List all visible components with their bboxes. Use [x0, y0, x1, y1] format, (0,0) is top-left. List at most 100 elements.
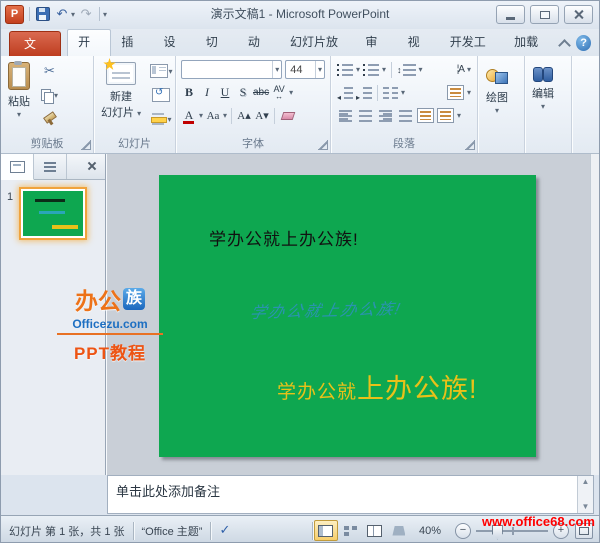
theme-name[interactable]: “Office 主题”	[134, 523, 211, 539]
normal-view-button[interactable]	[313, 520, 338, 541]
minimize-button[interactable]	[496, 5, 525, 24]
font-color-dropdown-icon[interactable]: ▾	[199, 111, 203, 120]
align-center-button[interactable]	[357, 106, 374, 125]
bullets-icon[interactable]	[337, 63, 353, 76]
reset-slide-button[interactable]	[150, 85, 173, 105]
align-text-button[interactable]	[446, 85, 464, 100]
notes-scrollbar[interactable]: ▲ ▼	[577, 476, 593, 513]
slide-sorter-view-button[interactable]	[340, 521, 362, 540]
font-dialog-launcher[interactable]	[318, 140, 328, 150]
section-button[interactable]: ▾	[150, 109, 173, 129]
align-right-button[interactable]	[377, 106, 394, 125]
slide-text-yellow[interactable]: 学办公就上办公族!	[277, 367, 478, 406]
tab-insert[interactable]: 插入	[111, 30, 153, 74]
watermark-domain: Officezu.com	[72, 317, 148, 331]
copy-button[interactable]: ▾	[38, 85, 60, 105]
font-combo-row: ▾ 44 ▾	[179, 59, 327, 80]
distribute-button[interactable]	[417, 106, 434, 125]
zoom-level[interactable]: 40%	[411, 525, 449, 537]
slide-layout-button[interactable]: ▾	[149, 61, 173, 81]
cut-button[interactable]: ✂	[38, 61, 60, 81]
line-spacing-dropdown-icon[interactable]: ▾	[419, 65, 423, 74]
increase-indent-button[interactable]	[356, 86, 372, 99]
tab-slides-thumbnails[interactable]	[1, 154, 34, 180]
justify-button[interactable]	[397, 106, 414, 125]
text-direction-button[interactable]: ¦A	[457, 64, 465, 75]
convert-to-smartart-button[interactable]	[437, 106, 454, 125]
change-case-button[interactable]: Aa	[205, 106, 221, 125]
clipboard-dialog-launcher[interactable]	[81, 140, 91, 150]
tab-slideshow[interactable]: 幻灯片放映	[280, 30, 355, 74]
slide-text-yellow-large: 上办公族!	[357, 374, 478, 404]
scroll-down-icon[interactable]: ▼	[582, 503, 590, 511]
format-painter-button[interactable]	[38, 109, 60, 129]
restore-button[interactable]	[530, 5, 559, 24]
spellcheck-status-icon[interactable]: ✓	[211, 522, 238, 538]
drawing-button[interactable]: 绘图 ▾	[481, 63, 513, 117]
line-spacing-button[interactable]: ↕	[397, 63, 416, 76]
font-color-button[interactable]: A	[181, 106, 197, 125]
new-slide-button[interactable]: 新建 幻灯片 ▾	[97, 59, 145, 123]
paragraph-row3: ▾	[334, 105, 474, 126]
thumb-bottom-bar	[52, 225, 78, 229]
numbering-dropdown-icon[interactable]: ▾	[382, 65, 386, 74]
numbering-icon[interactable]	[363, 63, 380, 76]
text-direction-dropdown-icon[interactable]: ▾	[467, 65, 471, 74]
tab-design[interactable]: 设计	[154, 30, 196, 74]
divider	[391, 61, 393, 78]
align-left-button[interactable]	[337, 106, 354, 125]
tab-outline[interactable]	[34, 154, 67, 179]
slide-canvas[interactable]: 学办公就上办公族! 学办公就上办公族! 学办公就上办公族!	[159, 175, 536, 457]
columns-button[interactable]	[383, 86, 398, 99]
slideshow-view-button[interactable]	[388, 521, 410, 540]
tab-home[interactable]: 开始	[67, 29, 112, 74]
tab-transitions[interactable]: 切换	[196, 30, 238, 74]
tab-animations[interactable]: 动画	[238, 30, 280, 74]
minimize-ribbon-icon[interactable]	[557, 36, 570, 50]
bullets-dropdown-icon[interactable]: ▾	[356, 65, 360, 74]
underline-button[interactable]: U	[217, 83, 233, 102]
increase-font-size-button[interactable]: A▴	[236, 106, 252, 125]
paste-button[interactable]: 粘贴 ▾	[4, 59, 34, 121]
decrease-indent-button[interactable]	[337, 86, 353, 99]
reading-view-button[interactable]	[364, 521, 386, 540]
tab-addins[interactable]: 加载项	[504, 30, 557, 74]
tab-file[interactable]: 文件	[9, 31, 62, 75]
strikethrough-button[interactable]: abc	[253, 83, 269, 102]
slide-text-black[interactable]: 学办公就上办公族!	[209, 225, 359, 250]
slide-thumbnail[interactable]	[19, 187, 87, 240]
character-spacing-button[interactable]: AV ↔	[271, 83, 287, 102]
updown-arrow-icon: ↕	[397, 64, 402, 75]
tab-developer[interactable]: 开发工具	[440, 30, 504, 74]
italic-button[interactable]: I	[199, 83, 215, 102]
zoom-out-button[interactable]: −	[455, 522, 471, 539]
font-name-select[interactable]: ▾	[181, 60, 283, 79]
drawing-dropdown-icon: ▾	[494, 106, 499, 115]
scroll-up-icon[interactable]: ▲	[582, 478, 590, 486]
columns-dropdown-icon[interactable]: ▾	[401, 88, 405, 97]
tab-view[interactable]: 视图	[398, 30, 440, 74]
zoom-slider-track[interactable]	[476, 524, 548, 540]
character-spacing-dropdown-icon[interactable]: ▾	[289, 88, 293, 97]
clear-formatting-button[interactable]	[279, 106, 295, 125]
notes-pane[interactable]: 单击此处添加备注 ▲ ▼	[107, 475, 594, 514]
smartart-dropdown-icon[interactable]: ▾	[457, 111, 461, 120]
copy-dropdown-icon: ▾	[53, 90, 58, 100]
change-case-dropdown-icon[interactable]: ▾	[223, 111, 227, 120]
slide-counter[interactable]: 幻灯片 第 1 张，共 1 张	[1, 523, 133, 539]
close-button[interactable]	[564, 5, 593, 24]
editing-button[interactable]: 编辑 ▾	[528, 63, 558, 113]
slide-text-teal[interactable]: 学办公就上办公族!	[248, 295, 405, 323]
close-panel-button[interactable]	[79, 154, 105, 179]
font-size-select[interactable]: 44 ▾	[285, 60, 325, 79]
help-button[interactable]: ?	[576, 35, 592, 51]
slide-list: 1	[1, 187, 105, 240]
editor-scrollbar[interactable]	[590, 154, 599, 475]
slide-text-yellow-small: 学办公就	[277, 382, 358, 403]
paragraph-dialog-launcher[interactable]	[465, 140, 475, 150]
bold-button[interactable]: B	[181, 83, 197, 102]
decrease-font-size-button[interactable]: A▾	[254, 106, 270, 125]
align-text-dropdown-icon[interactable]: ▾	[467, 88, 471, 97]
tab-review[interactable]: 审阅	[355, 30, 397, 74]
text-shadow-button[interactable]: S	[235, 83, 251, 102]
